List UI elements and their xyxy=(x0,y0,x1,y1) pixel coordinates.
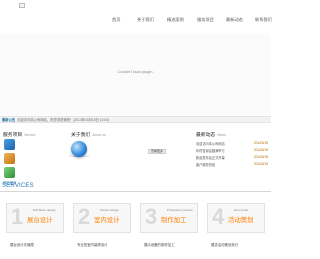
globe-icon xyxy=(71,141,87,157)
about-subtitle: About us xyxy=(92,133,106,137)
card-number: 2 xyxy=(78,204,91,229)
services-subtitle: Service xyxy=(24,133,36,137)
main-nav: 首页 关于我们 精选案例 服务项目 最新动态 联系我们 xyxy=(105,17,272,25)
card-subtitle: Exhibition design xyxy=(33,208,56,212)
card-caption[interactable]: 展览活动策划执行 xyxy=(211,242,238,247)
nav-item-services[interactable]: 服务项目 xyxy=(197,17,214,23)
news-item-title[interactable]: 客户服务热线 xyxy=(196,163,215,167)
about-more-button[interactable]: 查看更多 xyxy=(148,149,166,154)
nav-item-home[interactable]: 首页 xyxy=(112,17,120,23)
services-heading: SERVICES xyxy=(2,183,34,189)
services-title: 服务项目 Service xyxy=(3,131,36,138)
news-item[interactable]: 客户服务热线 2014/3/18 xyxy=(196,162,271,169)
news-item-title[interactable]: 欢迎访问本公司网站 xyxy=(196,142,225,146)
feature-card-interior[interactable]: 2 Interior design 室内设计 xyxy=(73,203,131,233)
news-item[interactable]: 年终答谢会圆满举行 2014/3/18 xyxy=(196,148,271,155)
services-title-text: 服务项目 xyxy=(3,133,23,138)
news-title: 最新动态 News xyxy=(196,131,226,138)
feature-card-exhibition[interactable]: 1 Exhibition design 展台设计 xyxy=(6,203,64,233)
news-item-title[interactable]: 年终答谢会圆满举行 xyxy=(196,149,225,153)
news-item[interactable]: 欢迎访问本公司网站 2014/3/18 xyxy=(196,141,271,148)
card-subtitle: Event plan xyxy=(234,208,249,212)
card-caption[interactable]: 专业的室内装修设计 xyxy=(77,242,108,247)
news-item-date: 2014/3/18 xyxy=(253,148,268,152)
card-title: 室内设计 xyxy=(94,217,120,224)
card-subtitle: Production process xyxy=(167,208,193,212)
card-caption[interactable]: 展台设计无局限 xyxy=(10,242,34,247)
nav-item-about[interactable]: 关于我们 xyxy=(137,17,154,23)
news-list: 欢迎访问本公司网站 2014/3/18 年终答谢会圆满举行 2014/3/18 新品… xyxy=(196,141,271,169)
news-item-date: 2014/3/18 xyxy=(253,162,268,166)
nav-item-cases[interactable]: 精选案例 xyxy=(167,17,184,23)
news-item-title[interactable]: 新品发布会正式开幕 xyxy=(196,156,225,160)
card-subtitle: Interior design xyxy=(100,208,120,212)
logo-image[interactable] xyxy=(19,3,25,8)
hero-banner: Couldn't load plugin. xyxy=(0,33,271,115)
announcement-label: 最新公告 xyxy=(2,118,16,122)
service-icon-1[interactable] xyxy=(4,139,15,150)
nav-item-news[interactable]: 最新动态 xyxy=(226,17,243,23)
about-title: 关于我们 About us xyxy=(71,131,106,138)
news-item-date: 2014/3/18 xyxy=(253,141,268,145)
card-title: 展台设计 xyxy=(27,217,53,224)
card-number: 4 xyxy=(212,204,225,229)
feature-card-event[interactable]: 4 Event plan 活动策划 xyxy=(207,203,265,233)
card-number: 3 xyxy=(145,204,158,229)
service-icon-3[interactable] xyxy=(4,167,15,178)
news-title-text: 最新动态 xyxy=(196,133,216,138)
card-number: 1 xyxy=(11,204,24,229)
card-title: 活动策划 xyxy=(228,217,254,224)
news-item-date: 2014/3/18 xyxy=(253,155,268,159)
card-title: 制作加工 xyxy=(161,217,187,224)
card-caption[interactable]: 展示设备的制作加工 xyxy=(144,242,175,247)
divider xyxy=(0,191,271,192)
about-title-text: 关于我们 xyxy=(71,133,91,138)
service-icon-2[interactable] xyxy=(4,153,15,164)
feature-card-production[interactable]: 3 Production process 制作加工 xyxy=(140,203,198,233)
announcement-text[interactable]: 欢迎访问本公司网站，祝您浏览愉快！(2014年03月18日 10:00) xyxy=(17,117,109,122)
news-subtitle: News xyxy=(217,133,226,137)
news-item[interactable]: 新品发布会正式开幕 2014/3/18 xyxy=(196,155,271,162)
nav-item-contact[interactable]: 联系我们 xyxy=(255,17,272,23)
plugin-error-message: Couldn't load plugin. xyxy=(117,69,154,74)
announcement-bar: 最新公告 欢迎访问本公司网站，祝您浏览愉快！(2014年03月18日 10:00… xyxy=(0,116,271,123)
